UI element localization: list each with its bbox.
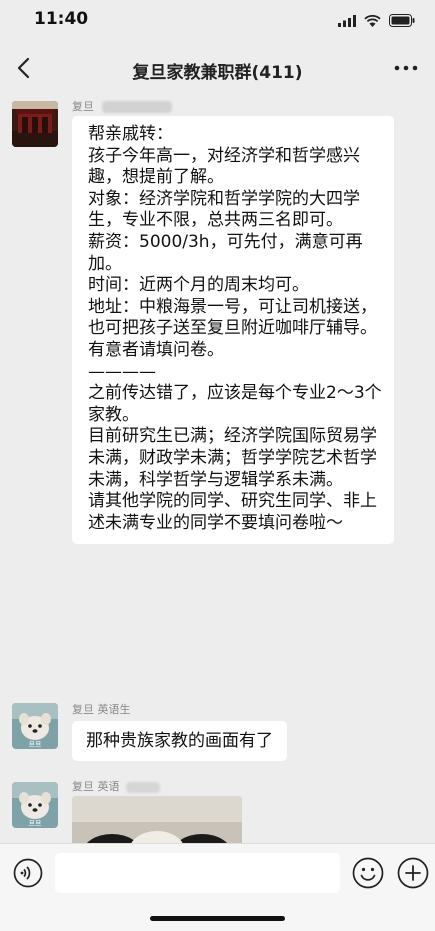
status-time: 11:40 <box>34 9 89 29</box>
home-indicator <box>150 916 285 921</box>
status-icons <box>338 12 415 31</box>
image-message[interactable] <box>72 796 242 843</box>
battery-icon <box>389 12 415 31</box>
chat-title: 复旦家教兼职群(411) <box>132 63 303 83</box>
status-bar: 11:40 <box>0 0 435 40</box>
blurred-name <box>101 101 172 113</box>
input-bar <box>0 843 435 931</box>
emoji-button[interactable] <box>352 857 384 889</box>
blurred-name <box>126 781 160 793</box>
sender-name-text: 复旦 英语 <box>72 780 120 793</box>
avatar[interactable]: 旦旦 <box>12 703 58 749</box>
wifi-icon <box>364 12 381 31</box>
emoji-icon <box>352 857 384 893</box>
chat-message-list[interactable]: 复旦 帮亲戚转： 孩子今年高一，对经济学和哲学感兴趣，想提前了解。 对象：经济学… <box>0 98 435 843</box>
chevron-left-icon <box>12 57 38 86</box>
sender-name: 复旦 <box>72 98 172 114</box>
avatar[interactable]: 旦旦 <box>12 782 58 828</box>
voice-button[interactable] <box>13 858 43 888</box>
sender-name-text: 复旦 <box>72 100 94 113</box>
more-icon <box>391 65 421 86</box>
avatar[interactable] <box>12 101 58 147</box>
message-bubble[interactable]: 帮亲戚转： 孩子今年高一，对经济学和哲学感兴趣，想提前了解。 对象：经济学院和哲… <box>72 116 394 545</box>
avatar-caption: 旦旦 <box>29 740 43 748</box>
chat-header: 复旦家教兼职群(411) <box>0 40 435 98</box>
more-actions-button[interactable] <box>397 857 429 889</box>
more-button[interactable] <box>391 54 421 82</box>
plus-icon <box>397 857 429 893</box>
message-bubble[interactable]: 那种贵族家教的画面有了 <box>72 721 287 761</box>
voice-icon <box>13 858 43 892</box>
sender-name: 复旦 英语生 <box>72 703 131 716</box>
sender-name: 复旦 英语 <box>72 778 160 794</box>
cellular-signal-icon <box>338 12 356 31</box>
back-button[interactable] <box>12 54 38 82</box>
message-input[interactable] <box>55 853 340 893</box>
avatar-caption: 旦旦 <box>29 819 43 827</box>
